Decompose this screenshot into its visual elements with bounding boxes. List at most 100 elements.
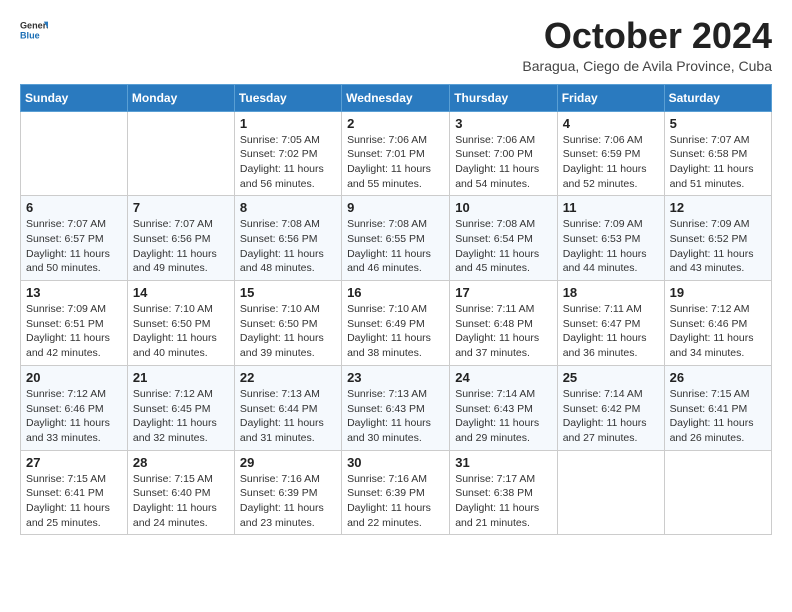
sunrise-label: Sunrise: 7:10 AM xyxy=(347,303,427,315)
daylight-label: Daylight: 11 hours and 48 minutes. xyxy=(240,248,324,275)
sunrise-label: Sunrise: 7:06 AM xyxy=(563,134,643,146)
day-number: 29 xyxy=(240,455,336,470)
sunrise-label: Sunrise: 7:09 AM xyxy=(563,218,643,230)
cell-info: Sunrise: 7:10 AMSunset: 6:50 PMDaylight:… xyxy=(133,302,229,361)
sunrise-label: Sunrise: 7:05 AM xyxy=(240,134,320,146)
calendar-cell: 13Sunrise: 7:09 AMSunset: 6:51 PMDayligh… xyxy=(21,281,128,366)
calendar-cell: 30Sunrise: 7:16 AMSunset: 6:39 PMDayligh… xyxy=(342,450,450,535)
logo-icon: General Blue xyxy=(20,16,48,44)
day-header-monday: Monday xyxy=(127,84,234,111)
calendar-cell: 28Sunrise: 7:15 AMSunset: 6:40 PMDayligh… xyxy=(127,450,234,535)
daylight-label: Daylight: 11 hours and 54 minutes. xyxy=(455,163,539,190)
sunset-label: Sunset: 6:41 PM xyxy=(26,487,104,499)
day-number: 6 xyxy=(26,200,122,215)
sunset-label: Sunset: 7:00 PM xyxy=(455,148,533,160)
day-header-friday: Friday xyxy=(557,84,664,111)
sunrise-label: Sunrise: 7:08 AM xyxy=(347,218,427,230)
daylight-label: Daylight: 11 hours and 24 minutes. xyxy=(133,502,217,529)
sunset-label: Sunset: 6:45 PM xyxy=(133,403,211,415)
calendar-week-4: 20Sunrise: 7:12 AMSunset: 6:46 PMDayligh… xyxy=(21,365,772,450)
cell-info: Sunrise: 7:08 AMSunset: 6:54 PMDaylight:… xyxy=(455,217,551,276)
sunrise-label: Sunrise: 7:09 AM xyxy=(26,303,106,315)
calendar-cell: 4Sunrise: 7:06 AMSunset: 6:59 PMDaylight… xyxy=(557,111,664,196)
calendar-cell: 12Sunrise: 7:09 AMSunset: 6:52 PMDayligh… xyxy=(664,196,771,281)
sunrise-label: Sunrise: 7:10 AM xyxy=(240,303,320,315)
day-header-thursday: Thursday xyxy=(450,84,557,111)
calendar-cell: 27Sunrise: 7:15 AMSunset: 6:41 PMDayligh… xyxy=(21,450,128,535)
daylight-label: Daylight: 11 hours and 37 minutes. xyxy=(455,332,539,359)
day-header-sunday: Sunday xyxy=(21,84,128,111)
daylight-label: Daylight: 11 hours and 22 minutes. xyxy=(347,502,431,529)
cell-info: Sunrise: 7:15 AMSunset: 6:41 PMDaylight:… xyxy=(670,387,766,446)
sunrise-label: Sunrise: 7:10 AM xyxy=(133,303,213,315)
calendar-week-3: 13 Sunrise: 7:09 AM Sunset: 6:51 PM Dayligh… xyxy=(21,281,772,366)
sunrise-label: Sunrise: 7:15 AM xyxy=(133,473,213,485)
calendar-cell: 6 Sunrise: 7:07 AMSunset: 6:57 PMDaylight… xyxy=(21,196,128,281)
cell-info: Sunrise: 7:06 AMSunset: 7:01 PMDaylight:… xyxy=(347,133,444,192)
sunset-label: Sunset: 6:53 PM xyxy=(563,233,641,245)
sunrise-label: Sunrise: 7:12 AM xyxy=(26,388,106,400)
cell-info: Sunrise: 7:08 AMSunset: 6:55 PMDaylight:… xyxy=(347,217,444,276)
cell-info: Sunrise: 7:07 AMSunset: 6:57 PMDaylight:… xyxy=(26,217,122,276)
calendar-cell: 8Sunrise: 7:08 AMSunset: 6:56 PMDaylight… xyxy=(234,196,341,281)
calendar-cell: 31Sunrise: 7:17 AMSunset: 6:38 PMDayligh… xyxy=(450,450,557,535)
daylight-label: Daylight: 11 hours and 43 minutes. xyxy=(670,248,754,275)
daylight-label: Daylight: 11 hours and 31 minutes. xyxy=(240,417,324,444)
sunset-label: Sunset: 6:41 PM xyxy=(670,403,748,415)
sunrise-label: Sunrise: 7:14 AM xyxy=(563,388,643,400)
day-number: 15 xyxy=(240,285,336,300)
daylight-label: Daylight: 11 hours and 56 minutes. xyxy=(240,163,324,190)
calendar-cell: 15Sunrise: 7:10 AMSunset: 6:50 PMDayligh… xyxy=(234,281,341,366)
calendar-body: 1Sunrise: 7:05 AMSunset: 7:02 PMDaylight… xyxy=(21,111,772,535)
day-number: 21 xyxy=(133,370,229,385)
calendar-cell: 16Sunrise: 7:10 AMSunset: 6:49 PMDayligh… xyxy=(342,281,450,366)
title-section: October 2024 Baragua, Ciego de Avila Pro… xyxy=(522,16,772,74)
daylight-label: Daylight: 11 hours and 29 minutes. xyxy=(455,417,539,444)
sunrise-label: Sunrise: 7:08 AM xyxy=(240,218,320,230)
calendar-week-1: 1Sunrise: 7:05 AMSunset: 7:02 PMDaylight… xyxy=(21,111,772,196)
sunset-label: Sunset: 6:51 PM xyxy=(26,318,104,330)
day-number: 2 xyxy=(347,116,444,131)
day-number: 7 xyxy=(133,200,229,215)
daylight-label: Daylight: 11 hours and 52 minutes. xyxy=(563,163,647,190)
day-header-tuesday: Tuesday xyxy=(234,84,341,111)
calendar-cell: 17Sunrise: 7:11 AMSunset: 6:48 PMDayligh… xyxy=(450,281,557,366)
day-number: 20 xyxy=(26,370,122,385)
daylight-label: Daylight: 11 hours and 21 minutes. xyxy=(455,502,539,529)
sunrise-label: Sunrise: 7:07 AM xyxy=(670,134,750,146)
day-number: 19 xyxy=(670,285,766,300)
day-number: 23 xyxy=(347,370,444,385)
calendar-cell: 7Sunrise: 7:07 AMSunset: 6:56 PMDaylight… xyxy=(127,196,234,281)
cell-info: Sunrise: 7:12 AMSunset: 6:46 PMDaylight:… xyxy=(670,302,766,361)
cell-info: Sunrise: 7:11 AMSunset: 6:48 PMDaylight:… xyxy=(455,302,551,361)
cell-info: Sunrise: 7:11 AMSunset: 6:47 PMDaylight:… xyxy=(563,302,659,361)
sunrise-label: Sunrise: 7:07 AM xyxy=(133,218,213,230)
cell-info: Sunrise: 7:09 AMSunset: 6:52 PMDaylight:… xyxy=(670,217,766,276)
daylight-label: Daylight: 11 hours and 26 minutes. xyxy=(670,417,754,444)
month-title: October 2024 xyxy=(522,16,772,56)
calendar-cell: 3 Sunrise: 7:06 AMSunset: 7:00 PMDaylight… xyxy=(450,111,557,196)
calendar-cell: 11Sunrise: 7:09 AMSunset: 6:53 PMDayligh… xyxy=(557,196,664,281)
day-number: 13 xyxy=(26,285,122,300)
location-subtitle: Baragua, Ciego de Avila Province, Cuba xyxy=(522,58,772,74)
cell-info: Sunrise: 7:06 AMSunset: 6:59 PMDaylight:… xyxy=(563,133,659,192)
day-number: 22 xyxy=(240,370,336,385)
daylight-label: Daylight: 11 hours and 40 minutes. xyxy=(133,332,217,359)
day-number: 3 xyxy=(455,116,551,131)
sunset-label: Sunset: 6:43 PM xyxy=(455,403,533,415)
sunset-label: Sunset: 6:57 PM xyxy=(26,233,104,245)
cell-info: Sunrise: 7:06 AMSunset: 7:00 PMDaylight:… xyxy=(455,133,551,192)
sunrise-label: Sunrise: 7:08 AM xyxy=(455,218,535,230)
day-number: 26 xyxy=(670,370,766,385)
sunset-label: Sunset: 6:38 PM xyxy=(455,487,533,499)
day-number: 11 xyxy=(563,200,659,215)
day-number: 25 xyxy=(563,370,659,385)
daylight-label: Daylight: 11 hours and 46 minutes. xyxy=(347,248,431,275)
cell-info: Sunrise: 7:12 AMSunset: 6:45 PMDaylight:… xyxy=(133,387,229,446)
calendar-cell: 19 Sunrise: 7:12 AMSunset: 6:46 PMDayligh… xyxy=(664,281,771,366)
cell-info: Sunrise: 7:16 AMSunset: 6:39 PMDaylight:… xyxy=(240,472,336,531)
sunrise-label: Sunrise: 7:13 AM xyxy=(240,388,320,400)
svg-text:Blue: Blue xyxy=(20,30,40,40)
cell-info: Sunrise: 7:05 AMSunset: 7:02 PMDaylight:… xyxy=(240,133,336,192)
day-number: 30 xyxy=(347,455,444,470)
